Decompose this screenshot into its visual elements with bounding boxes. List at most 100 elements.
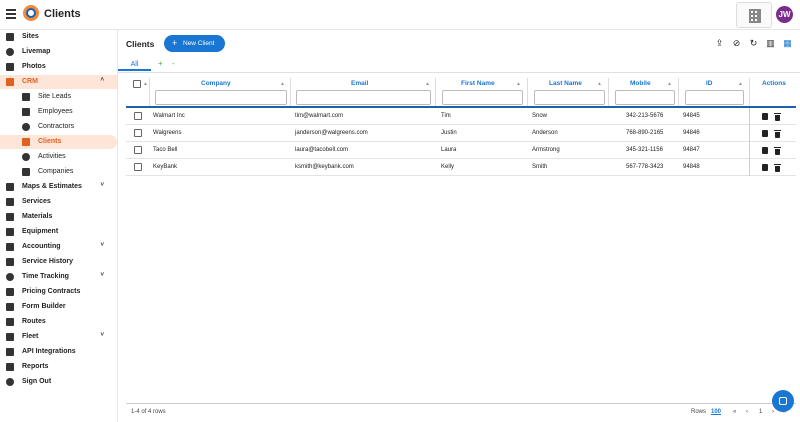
rows-per-page-label: Rows: [691, 409, 707, 415]
sidebar-item-sites[interactable]: Sites: [0, 30, 117, 44]
column-separator: [749, 78, 750, 106]
tab-divider: [118, 72, 800, 73]
sort-icon[interactable]: ▲: [516, 81, 521, 87]
column-header-mobile[interactable]: Mobile: [630, 80, 651, 87]
table-row[interactable]: Taco Bell laura@tacobell.com Laura Armst…: [126, 142, 796, 159]
layers-icon: [6, 213, 14, 221]
row-checkbox[interactable]: [134, 146, 142, 154]
delete-icon[interactable]: [774, 113, 781, 121]
sidebar-item-services[interactable]: Services: [0, 195, 117, 209]
sidebar-item-pricing-contracts[interactable]: Pricing Contracts: [0, 285, 117, 299]
upload-icon[interactable]: ⇪: [715, 39, 724, 48]
column-header-email[interactable]: Email: [351, 80, 368, 87]
row-checkbox[interactable]: [134, 129, 142, 137]
accounting-icon: [6, 243, 14, 251]
row-checkbox[interactable]: [134, 163, 142, 171]
edit-icon[interactable]: [762, 147, 768, 154]
prev-page-icon[interactable]: ‹: [746, 409, 748, 415]
app-title: Clients: [44, 8, 81, 20]
edit-icon[interactable]: [762, 113, 768, 120]
id-filter-input[interactable]: [685, 90, 744, 105]
chat-icon[interactable]: [772, 390, 794, 412]
delete-icon[interactable]: [774, 147, 781, 155]
delete-icon[interactable]: [774, 164, 781, 172]
sidebar-item-routes[interactable]: Routes: [0, 315, 117, 329]
refresh-icon[interactable]: ↻: [749, 39, 758, 48]
sidebar-item-fleet[interactable]: Fleet ˅: [0, 330, 117, 344]
sidebar-item-employees[interactable]: Employees: [0, 105, 117, 119]
id-card-icon: [22, 108, 30, 116]
tab-all[interactable]: All: [118, 57, 151, 71]
clock-icon: [22, 153, 30, 161]
sidebar-item-sign-out[interactable]: Sign Out: [0, 375, 117, 389]
sidebar-item-reports[interactable]: Reports: [0, 360, 117, 374]
sidebar-item-accounting[interactable]: Accounting ˅: [0, 240, 117, 254]
first-page-icon[interactable]: «: [733, 409, 736, 415]
wrench-icon: [6, 198, 14, 206]
add-tab-button[interactable]: +: [158, 59, 163, 68]
sidebar-item-maps-estimates[interactable]: Maps & Estimates ˅: [0, 180, 117, 194]
folder-icon: [6, 33, 14, 41]
sort-icon[interactable]: ▲: [667, 81, 672, 87]
edit-icon[interactable]: [762, 164, 768, 171]
filter-off-icon[interactable]: ⊘: [732, 39, 741, 48]
mobile-filter-input[interactable]: [615, 90, 675, 105]
sidebar-item-site-leads[interactable]: Site Leads: [0, 90, 117, 104]
company-filter-input[interactable]: [155, 90, 287, 105]
column-header-company[interactable]: Company: [201, 80, 231, 87]
sidebar-item-api-integrations[interactable]: API Integrations: [0, 345, 117, 359]
avatar[interactable]: JW: [776, 6, 793, 23]
id-cell: 94848: [683, 164, 700, 170]
select-all-checkbox[interactable]: [133, 80, 141, 88]
sidebar-item-companies[interactable]: Companies: [0, 165, 117, 179]
sidebar-item-crm[interactable]: CRM ˄: [0, 75, 117, 89]
email-filter-input[interactable]: [296, 90, 431, 105]
column-header-id[interactable]: ID: [706, 80, 713, 87]
email-cell: laura@tacobell.com: [295, 147, 349, 153]
map-icon: [6, 183, 14, 191]
company-switcher[interactable]: [736, 2, 772, 28]
chevron-up-icon: ˄: [100, 77, 104, 83]
email-cell: tim@walmart.com: [295, 113, 344, 119]
sidebar-item-equipment[interactable]: Equipment: [0, 225, 117, 239]
view-settings-icon[interactable]: ▦: [783, 39, 792, 48]
first-name-filter-input[interactable]: [442, 90, 523, 105]
sort-icon[interactable]: ▲: [425, 81, 430, 87]
id-cell: 94847: [683, 147, 700, 153]
sidebar-item-livemap[interactable]: Livemap: [0, 45, 117, 59]
equipment-icon: [6, 228, 14, 236]
company-cell: Walmart Inc: [153, 113, 185, 119]
sidebar-item-materials[interactable]: Materials: [0, 210, 117, 224]
delete-icon[interactable]: [774, 130, 781, 138]
sidebar-item-photos[interactable]: Photos: [0, 60, 117, 74]
row-checkbox[interactable]: [134, 112, 142, 120]
columns-icon[interactable]: ▥: [766, 39, 775, 48]
top-bar: Clients JW: [0, 0, 800, 30]
sort-icon[interactable]: ▲: [597, 81, 602, 87]
menu-icon[interactable]: [6, 9, 16, 19]
new-client-button[interactable]: + New Client: [164, 35, 225, 52]
edit-icon[interactable]: [762, 130, 768, 137]
column-separator: [678, 78, 679, 106]
column-header-first-name[interactable]: First Name: [461, 80, 495, 87]
sidebar-item-service-history[interactable]: Service History: [0, 255, 117, 269]
table-row[interactable]: Walmart Inc tim@walmart.com Tim Snow 342…: [126, 108, 796, 125]
sidebar-item-form-builder[interactable]: Form Builder: [0, 300, 117, 314]
table-row[interactable]: Walgreens janderson@walgreens.com Justin…: [126, 125, 796, 142]
sort-icon[interactable]: ▲: [738, 81, 743, 87]
sidebar-item-clients[interactable]: Clients: [0, 135, 117, 149]
sidebar-item-activities[interactable]: Activities: [0, 150, 117, 164]
rows-per-page-select[interactable]: 100: [711, 409, 721, 415]
sidebar-item-time-tracking[interactable]: Time Tracking ˅: [0, 270, 117, 284]
sort-icon[interactable]: ▲: [280, 81, 285, 87]
next-page-icon[interactable]: ›: [772, 409, 774, 415]
remove-tab-button[interactable]: -: [172, 59, 175, 68]
sort-icon[interactable]: ▲: [143, 81, 148, 87]
sidebar-item-contractors[interactable]: Contractors: [0, 120, 117, 134]
table-row[interactable]: KeyBank ksmith@keybank.com Kelly Smith 5…: [126, 159, 796, 176]
first-name-cell: Kelly: [441, 164, 455, 170]
column-header-last-name[interactable]: Last Name: [549, 80, 582, 87]
building-icon: [749, 9, 761, 23]
chevron-down-icon: ˅: [100, 332, 104, 338]
last-name-filter-input[interactable]: [534, 90, 605, 105]
